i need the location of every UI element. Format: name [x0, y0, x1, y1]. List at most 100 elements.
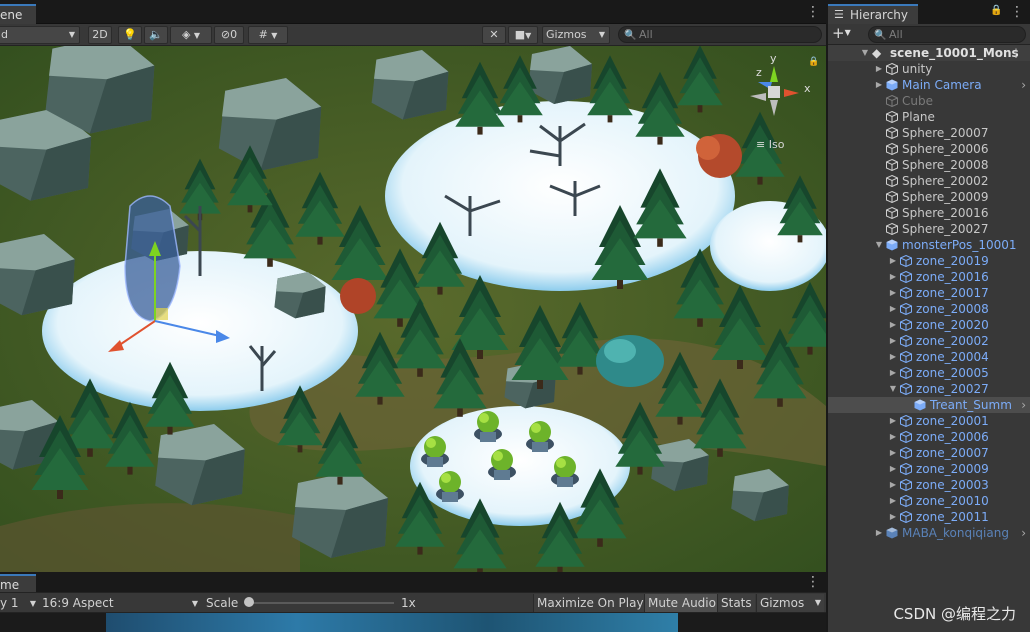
stats-button[interactable]: Stats — [717, 594, 755, 612]
scale-slider-track[interactable] — [248, 602, 394, 604]
expand-arrow-icon[interactable]: ▶ — [888, 253, 898, 269]
lighting-toggle-button[interactable]: 💡 — [118, 26, 142, 44]
mute-audio-button[interactable]: Mute Audio — [644, 594, 719, 612]
hierarchy-item[interactable]: Treant_Summ › — [828, 397, 1030, 413]
hierarchy-item[interactable]: Sphere_20027 — [828, 221, 1030, 237]
scene-more-icon[interactable]: ⋮ — [806, 4, 820, 22]
expand-arrow-icon[interactable]: ▶ — [888, 493, 898, 509]
tools-button[interactable]: ✕ — [482, 26, 506, 44]
expand-arrow-icon[interactable]: ▶ — [888, 349, 898, 365]
hierarchy-item[interactable]: ▶ zone_20005 — [828, 365, 1030, 381]
hierarchy-item[interactable]: Sphere_20008 — [828, 157, 1030, 173]
camera-dropdown[interactable]: ■▼ — [508, 26, 538, 44]
gameobject-cube-icon — [886, 191, 898, 203]
camera-icon: ■ — [514, 28, 526, 41]
expand-arrow-icon[interactable]: ▶ — [888, 285, 898, 301]
game-render — [106, 613, 678, 632]
lock-icon[interactable]: 🔒 — [990, 5, 1002, 16]
expand-arrow-icon[interactable]: ▶ — [888, 461, 898, 477]
expand-arrow-icon[interactable]: ▶ — [888, 413, 898, 429]
scene-search-input[interactable]: 🔍 All — [618, 26, 822, 43]
game-gizmos-dropdown[interactable]: Gizmos ▼ — [756, 594, 824, 612]
grid-dropdown[interactable]: # ▼ — [248, 26, 288, 44]
scene-viewport[interactable]: y x z 🔒 ≡ Iso — [0, 46, 826, 572]
scale-slider-handle[interactable] — [244, 597, 254, 607]
collapse-arrow-icon[interactable]: ▼ — [888, 381, 898, 397]
hierarchy-item[interactable]: ▶ zone_20006 — [828, 429, 1030, 445]
lock-icon[interactable]: 🔒 — [808, 57, 819, 67]
expand-arrow-icon[interactable]: ▶ — [888, 365, 898, 381]
hierarchy-item[interactable]: ▶ MABA_konqiqiang › — [828, 525, 1030, 541]
hierarchy-item[interactable]: ▶ zone_20010 — [828, 493, 1030, 509]
hierarchy-item[interactable]: ▶ zone_20008 — [828, 301, 1030, 317]
hierarchy-tab[interactable]: ☰ Hierarchy — [828, 4, 918, 24]
expand-arrow-icon[interactable]: ▶ — [888, 445, 898, 461]
hierarchy-item[interactable]: ▶ zone_20016 — [828, 269, 1030, 285]
expand-arrow-icon[interactable]: ▶ — [888, 333, 898, 349]
chevron-down-icon: ▼ — [844, 28, 851, 37]
expand-arrow-icon[interactable]: ▶ — [874, 525, 884, 541]
game-tab[interactable]: me — [0, 574, 36, 592]
expand-arrow-icon[interactable]: ▶ — [888, 301, 898, 317]
chevron-right-icon[interactable]: › — [1021, 77, 1026, 93]
hierarchy-item[interactable]: ▶ zone_20004 — [828, 349, 1030, 365]
scene-tab-strip: ene ⋮ — [0, 0, 826, 24]
hierarchy-item[interactable]: Sphere_20016 — [828, 205, 1030, 221]
expand-arrow-icon[interactable]: ▶ — [888, 477, 898, 493]
hierarchy-item[interactable]: ▶ Main Camera › — [828, 77, 1030, 93]
chevron-right-icon[interactable]: › — [1021, 397, 1026, 413]
expand-arrow-icon[interactable]: ▶ — [888, 269, 898, 285]
game-more-icon[interactable]: ⋮ — [806, 574, 820, 592]
hierarchy-scene-root[interactable]: ▼ ◆ scene_10001_Mons ⋮ — [828, 45, 1030, 61]
hierarchy-item[interactable]: ▶ unity — [828, 61, 1030, 77]
projection-toggle[interactable]: ≡ Iso — [756, 138, 784, 151]
audio-toggle-button[interactable]: 🔈 — [144, 26, 168, 44]
expand-arrow-icon[interactable]: ▶ — [888, 429, 898, 445]
gizmos-dropdown[interactable]: Gizmos ▼ — [542, 26, 610, 44]
chevron-right-icon[interactable]: › — [1021, 525, 1026, 541]
collapse-arrow-icon[interactable]: ▼ — [874, 237, 884, 253]
hierarchy-item[interactable]: ▶ zone_20001 — [828, 413, 1030, 429]
hidden-objects-toggle[interactable]: ⊘0 — [214, 26, 244, 44]
expand-arrow-icon[interactable]: ▶ — [874, 77, 884, 93]
hierarchy-search-input[interactable]: 🔍 All — [868, 26, 1026, 43]
orientation-gizmo[interactable]: y x z — [744, 52, 814, 126]
display-dropdown[interactable]: y 1 ▼ — [0, 595, 38, 612]
hierarchy-item[interactable]: ▶ zone_20020 — [828, 317, 1030, 333]
hierarchy-item[interactable]: ▼ monsterPos_10001 — [828, 237, 1030, 253]
hierarchy-item[interactable]: Sphere_20006 — [828, 141, 1030, 157]
hierarchy-item[interactable]: ▶ zone_20011 — [828, 509, 1030, 525]
expand-arrow-icon[interactable]: ▼ — [860, 45, 870, 61]
hierarchy-item-label: zone_20006 — [916, 430, 989, 444]
hierarchy-item[interactable]: ▶ zone_20007 — [828, 445, 1030, 461]
expand-arrow-icon[interactable]: ▶ — [874, 61, 884, 77]
hierarchy-item-label: zone_20005 — [916, 366, 989, 380]
hierarchy-item[interactable]: Sphere_20002 — [828, 173, 1030, 189]
hierarchy-more-icon[interactable]: ⋮ — [1010, 4, 1024, 22]
shading-mode-dropdown[interactable]: d ▼ — [0, 26, 80, 44]
hierarchy-item[interactable]: ▶ zone_20009 — [828, 461, 1030, 477]
hierarchy-item[interactable]: Sphere_20009 — [828, 189, 1030, 205]
watermark: CSDN @编程之力 — [893, 605, 1016, 623]
hierarchy-item-label: MABA_konqiqiang — [902, 526, 1009, 540]
hierarchy-item[interactable]: ▼ zone_20027 — [828, 381, 1030, 397]
aspect-dropdown[interactable]: 16:9 Aspect ▼ — [42, 595, 200, 612]
add-object-dropdown[interactable]: +▼ — [832, 25, 860, 43]
maximize-on-play-button[interactable]: Maximize On Play — [533, 594, 647, 612]
scene-render — [0, 46, 826, 572]
hierarchy-item-label: Sphere_20009 — [902, 190, 989, 204]
gameobject-cube-icon — [900, 319, 912, 331]
hierarchy-item[interactable]: ▶ zone_20019 — [828, 253, 1030, 269]
hierarchy-item[interactable]: ▶ zone_20002 — [828, 333, 1030, 349]
effects-dropdown[interactable]: ◈ ▼ — [170, 26, 212, 44]
toggle-2d-button[interactable]: 2D — [88, 26, 112, 44]
scene-tab[interactable]: ene — [0, 4, 36, 24]
hierarchy-item[interactable]: Plane — [828, 109, 1030, 125]
hierarchy-item[interactable]: Cube — [828, 93, 1030, 109]
expand-arrow-icon[interactable]: ▶ — [888, 317, 898, 333]
hierarchy-item[interactable]: ▶ zone_20017 — [828, 285, 1030, 301]
hierarchy-item[interactable]: ▶ zone_20003 — [828, 477, 1030, 493]
expand-arrow-icon[interactable]: ▶ — [888, 509, 898, 525]
hierarchy-item[interactable]: Sphere_20007 — [828, 125, 1030, 141]
kebab-icon[interactable]: ⋮ — [1010, 45, 1022, 61]
